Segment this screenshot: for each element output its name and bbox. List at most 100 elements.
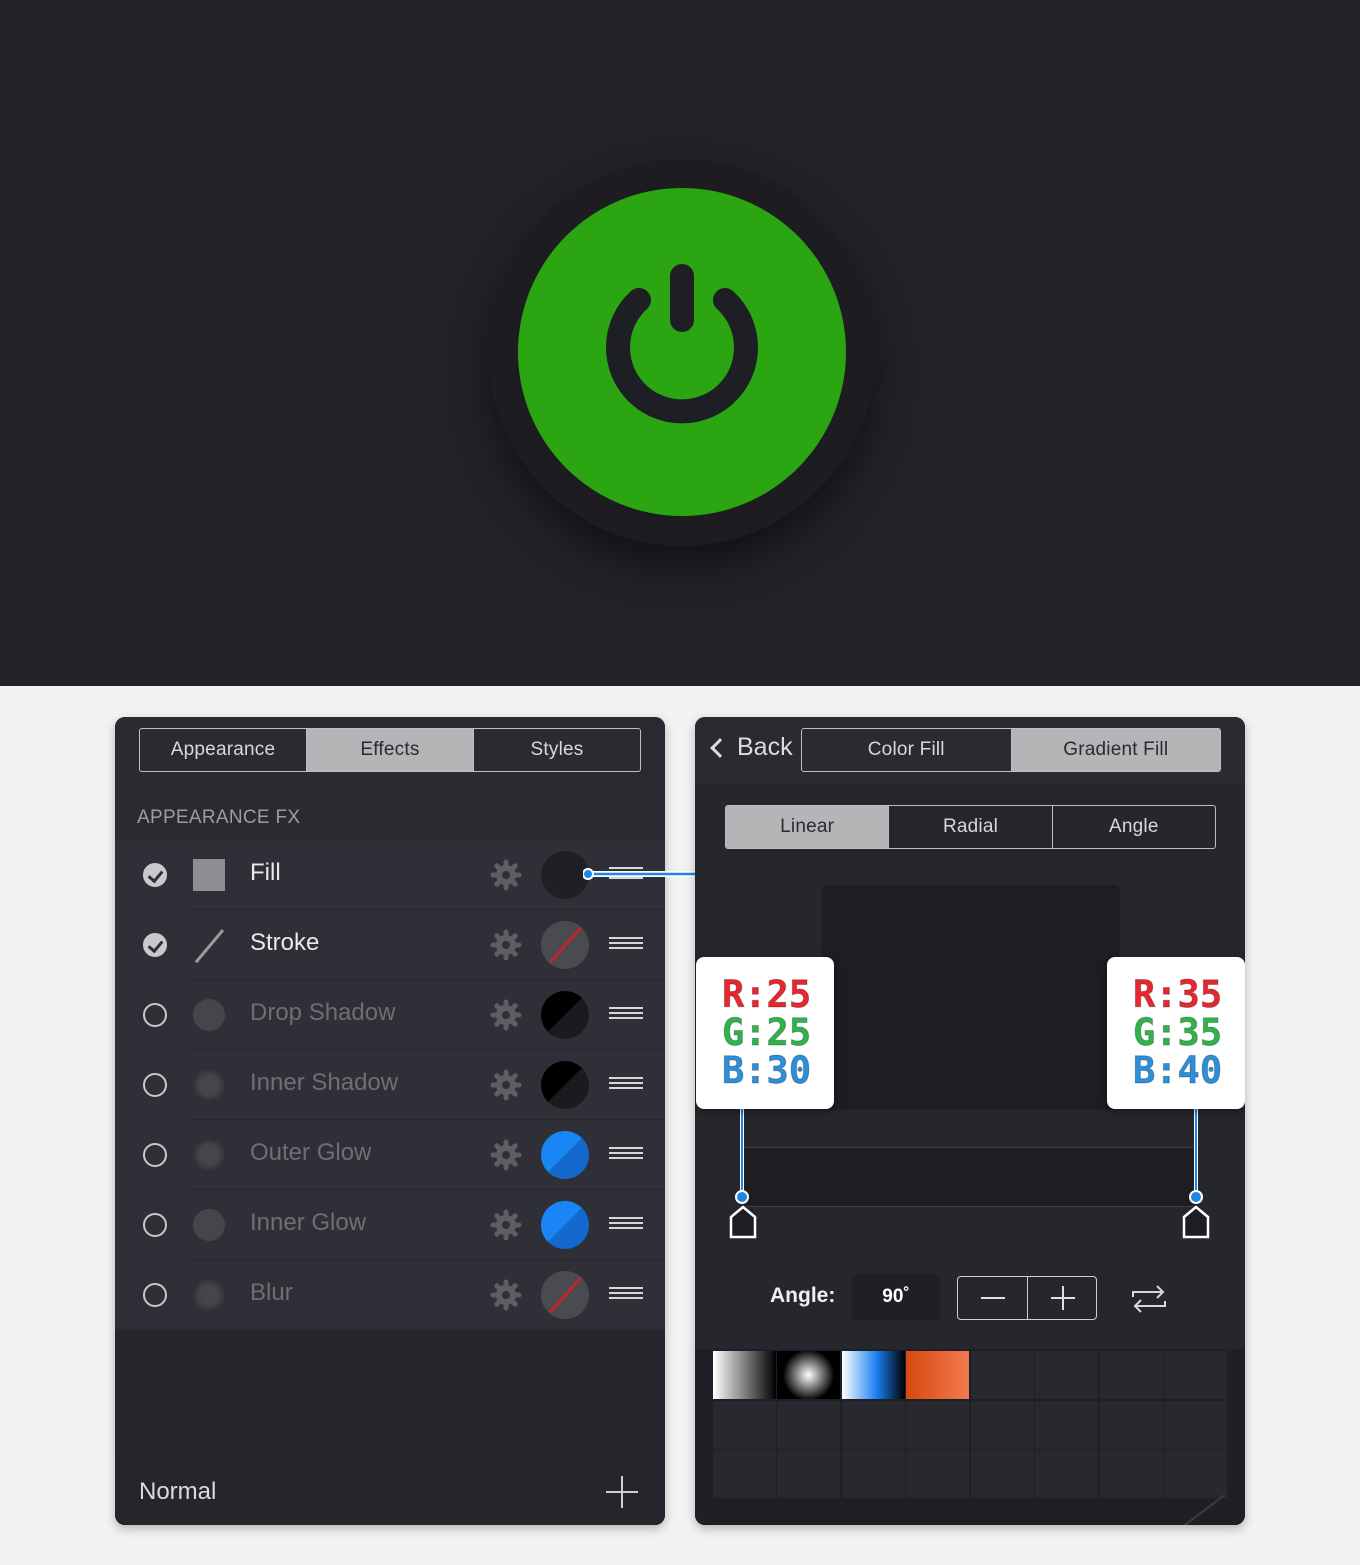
panel-header: Appearance Effects Styles: [115, 717, 665, 783]
blur-color-swatch[interactable]: [541, 1271, 589, 1319]
fx-label-inner-shadow: Inner Shadow: [250, 1069, 399, 1096]
gradient-preview: [822, 885, 1120, 1110]
gear-icon[interactable]: [490, 1279, 522, 1311]
add-effect-icon[interactable]: [606, 1476, 638, 1508]
stop-right-g: G:35: [1133, 1011, 1223, 1054]
drag-handle-icon[interactable]: [609, 1077, 643, 1091]
stop-right-b: B:40: [1133, 1049, 1223, 1092]
fx-row-drop-shadow[interactable]: Drop Shadow: [115, 980, 665, 1050]
preset-empty[interactable]: [841, 1450, 905, 1498]
tab-color-fill[interactable]: Color Fill: [802, 729, 1012, 771]
tab-gradient-fill[interactable]: Gradient Fill: [1011, 729, 1220, 771]
stop-right-r: R:35: [1133, 973, 1223, 1016]
inner-shadow-color-swatch[interactable]: [541, 1061, 589, 1109]
preset-empty[interactable]: [777, 1400, 841, 1449]
fill-color-swatch[interactable]: [541, 851, 589, 899]
angle-input[interactable]: 90˚: [852, 1274, 940, 1320]
fx-label-blur: Blur: [250, 1279, 293, 1306]
tab-linear[interactable]: Linear: [726, 806, 890, 848]
chevron-left-icon: [710, 737, 730, 758]
fx-row-stroke[interactable]: Stroke: [115, 910, 665, 980]
reverse-gradient-icon[interactable]: [1129, 1279, 1169, 1319]
preset-empty[interactable]: [1164, 1351, 1227, 1399]
fx-row-outer-glow[interactable]: Outer Glow: [115, 1120, 665, 1190]
fx-list-empty-area: [115, 1331, 665, 1458]
gear-icon[interactable]: [490, 999, 522, 1031]
gradient-panel: Back Color Fill Gradient Fill Linear Rad…: [695, 717, 1245, 1525]
drop-shadow-checkbox[interactable]: [143, 1003, 167, 1027]
preset-empty[interactable]: [1035, 1450, 1099, 1498]
stop-color-callout-left: R:25 G:25 B:30: [696, 957, 834, 1109]
preset-empty[interactable]: [777, 1450, 841, 1498]
stroke-checkbox[interactable]: [143, 933, 167, 957]
gradient-stop-left[interactable]: [729, 1205, 757, 1239]
preset-empty[interactable]: [1035, 1351, 1099, 1399]
back-button[interactable]: Back: [707, 733, 793, 762]
preset-white-black[interactable]: [713, 1351, 776, 1399]
preset-empty[interactable]: [1099, 1351, 1163, 1399]
stroke-color-swatch[interactable]: [541, 921, 589, 969]
stop-leader-left: [740, 1109, 744, 1199]
preset-radial-white-black[interactable]: [777, 1351, 841, 1399]
preset-empty[interactable]: [1164, 1400, 1227, 1449]
preset-empty[interactable]: [906, 1400, 970, 1449]
tab-appearance[interactable]: Appearance: [140, 729, 307, 771]
preset-empty[interactable]: [713, 1450, 776, 1498]
gear-icon[interactable]: [490, 1139, 522, 1171]
gear-icon[interactable]: [490, 929, 522, 961]
outer-glow-checkbox[interactable]: [143, 1143, 167, 1167]
preset-empty[interactable]: [1035, 1400, 1099, 1449]
gear-icon[interactable]: [490, 1069, 522, 1101]
inner-glow-color-swatch[interactable]: [541, 1201, 589, 1249]
preset-empty[interactable]: [970, 1351, 1034, 1399]
blur-checkbox[interactable]: [143, 1283, 167, 1307]
fill-type-tabs: Color Fill Gradient Fill: [801, 728, 1221, 772]
stop-left-r: R:25: [722, 973, 812, 1016]
gradient-header: Back Color Fill Gradient Fill: [695, 717, 1245, 783]
drag-handle-icon[interactable]: [609, 1007, 643, 1021]
fx-list: Fill Stroke Drop Shadow Inner Shadow Out…: [115, 840, 665, 1330]
gradient-bar[interactable]: [742, 1147, 1198, 1207]
blend-mode-select[interactable]: Normal: [139, 1478, 216, 1506]
tab-styles[interactable]: Styles: [474, 729, 640, 771]
preset-empty[interactable]: [970, 1400, 1034, 1449]
outer-glow-color-swatch[interactable]: [541, 1131, 589, 1179]
preset-empty[interactable]: [1099, 1450, 1163, 1498]
drag-handle-icon[interactable]: [609, 1147, 643, 1161]
tab-angle[interactable]: Angle: [1053, 806, 1215, 848]
preset-orange[interactable]: [906, 1351, 970, 1399]
drag-handle-icon[interactable]: [609, 1217, 643, 1231]
fx-label-outer-glow: Outer Glow: [250, 1139, 372, 1166]
preset-empty[interactable]: [1099, 1400, 1163, 1449]
increment-button[interactable]: [1028, 1277, 1097, 1319]
inner-shadow-checkbox[interactable]: [143, 1073, 167, 1097]
stop-left-g: G:25: [722, 1011, 812, 1054]
preset-empty[interactable]: [970, 1450, 1034, 1498]
drop-shadow-color-swatch[interactable]: [541, 991, 589, 1039]
drag-handle-icon[interactable]: [609, 937, 643, 951]
resize-grip-icon[interactable]: [1164, 1450, 1227, 1498]
gradient-stop-right[interactable]: [1182, 1205, 1210, 1239]
fx-label-drop-shadow: Drop Shadow: [250, 999, 396, 1026]
outer-glow-thumbnail: [193, 1139, 225, 1171]
fx-row-inner-glow[interactable]: Inner Glow: [115, 1190, 665, 1260]
angle-stepper: [957, 1276, 1097, 1320]
drag-handle-icon[interactable]: [609, 1287, 643, 1301]
fill-thumbnail: [193, 859, 225, 891]
stop-left-b: B:30: [722, 1049, 812, 1092]
tab-radial[interactable]: Radial: [889, 806, 1053, 848]
fx-row-inner-shadow[interactable]: Inner Shadow: [115, 1050, 665, 1120]
gear-icon[interactable]: [490, 1209, 522, 1241]
decrement-button[interactable]: [958, 1277, 1028, 1319]
tab-effects[interactable]: Effects: [307, 729, 474, 771]
gear-icon[interactable]: [490, 859, 522, 891]
fx-row-blur[interactable]: Blur: [115, 1260, 665, 1330]
preset-empty[interactable]: [906, 1450, 970, 1498]
preset-empty[interactable]: [713, 1400, 776, 1449]
preset-empty[interactable]: [841, 1400, 905, 1449]
gradient-track-top: [742, 1110, 1198, 1148]
preset-white-blue-black[interactable]: [841, 1351, 905, 1399]
inner-glow-checkbox[interactable]: [143, 1213, 167, 1237]
stop-anchor-right: [1189, 1190, 1203, 1204]
fill-checkbox[interactable]: [143, 863, 167, 887]
